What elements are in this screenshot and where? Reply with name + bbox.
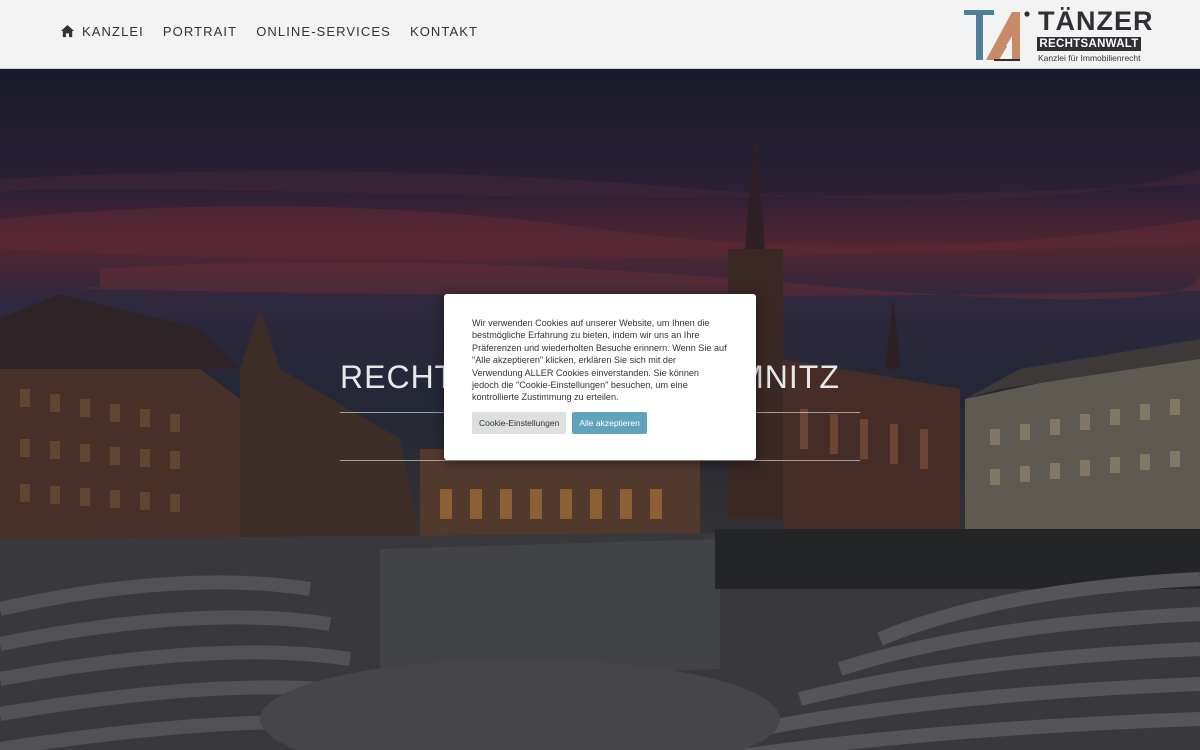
main-nav: KANZLEI PORTRAIT ONLINE-SERVICES KONTAKT (60, 24, 497, 39)
cookie-consent-dialog: Wir verwenden Cookies auf unserer Websit… (444, 294, 756, 460)
site-logo[interactable]: TÄNZER RECHTSANWALT Kanzlei für Immobili… (964, 6, 1153, 64)
nav-item-portrait[interactable]: PORTRAIT (163, 24, 237, 39)
nav-item-label: KONTAKT (409, 24, 479, 39)
cookie-consent-text: Wir verwenden Cookies auf unserer Websit… (472, 318, 727, 403)
nav-item-kontakt[interactable]: KONTAKT (410, 24, 478, 39)
nav-item-kanzlei[interactable]: KANZLEI (60, 24, 144, 39)
logo-mark-icon (964, 10, 1030, 61)
nav-item-label: PORTRAIT (162, 24, 238, 39)
home-icon (60, 24, 75, 38)
nav-item-label: KANZLEI (82, 24, 144, 39)
nav-item-online-services[interactable]: ONLINE-SERVICES (256, 24, 391, 39)
hero-divider-bottom (340, 460, 860, 461)
cookie-button-group: Cookie-Einstellungen Alle akzeptieren (472, 412, 647, 434)
logo-tagline: Kanzlei für Immobilienrecht (1038, 53, 1141, 63)
site-header: KANZLEI PORTRAIT ONLINE-SERVICES KONTAKT… (0, 0, 1200, 69)
logo-name: TÄNZER (1038, 6, 1154, 36)
nav-item-label: ONLINE-SERVICES (256, 24, 391, 39)
accept-all-button[interactable]: Alle akzeptieren (572, 412, 647, 434)
cookie-settings-button[interactable]: Cookie-Einstellungen (472, 412, 567, 434)
logo-subtitle: RECHTSANWALT (1037, 37, 1141, 51)
